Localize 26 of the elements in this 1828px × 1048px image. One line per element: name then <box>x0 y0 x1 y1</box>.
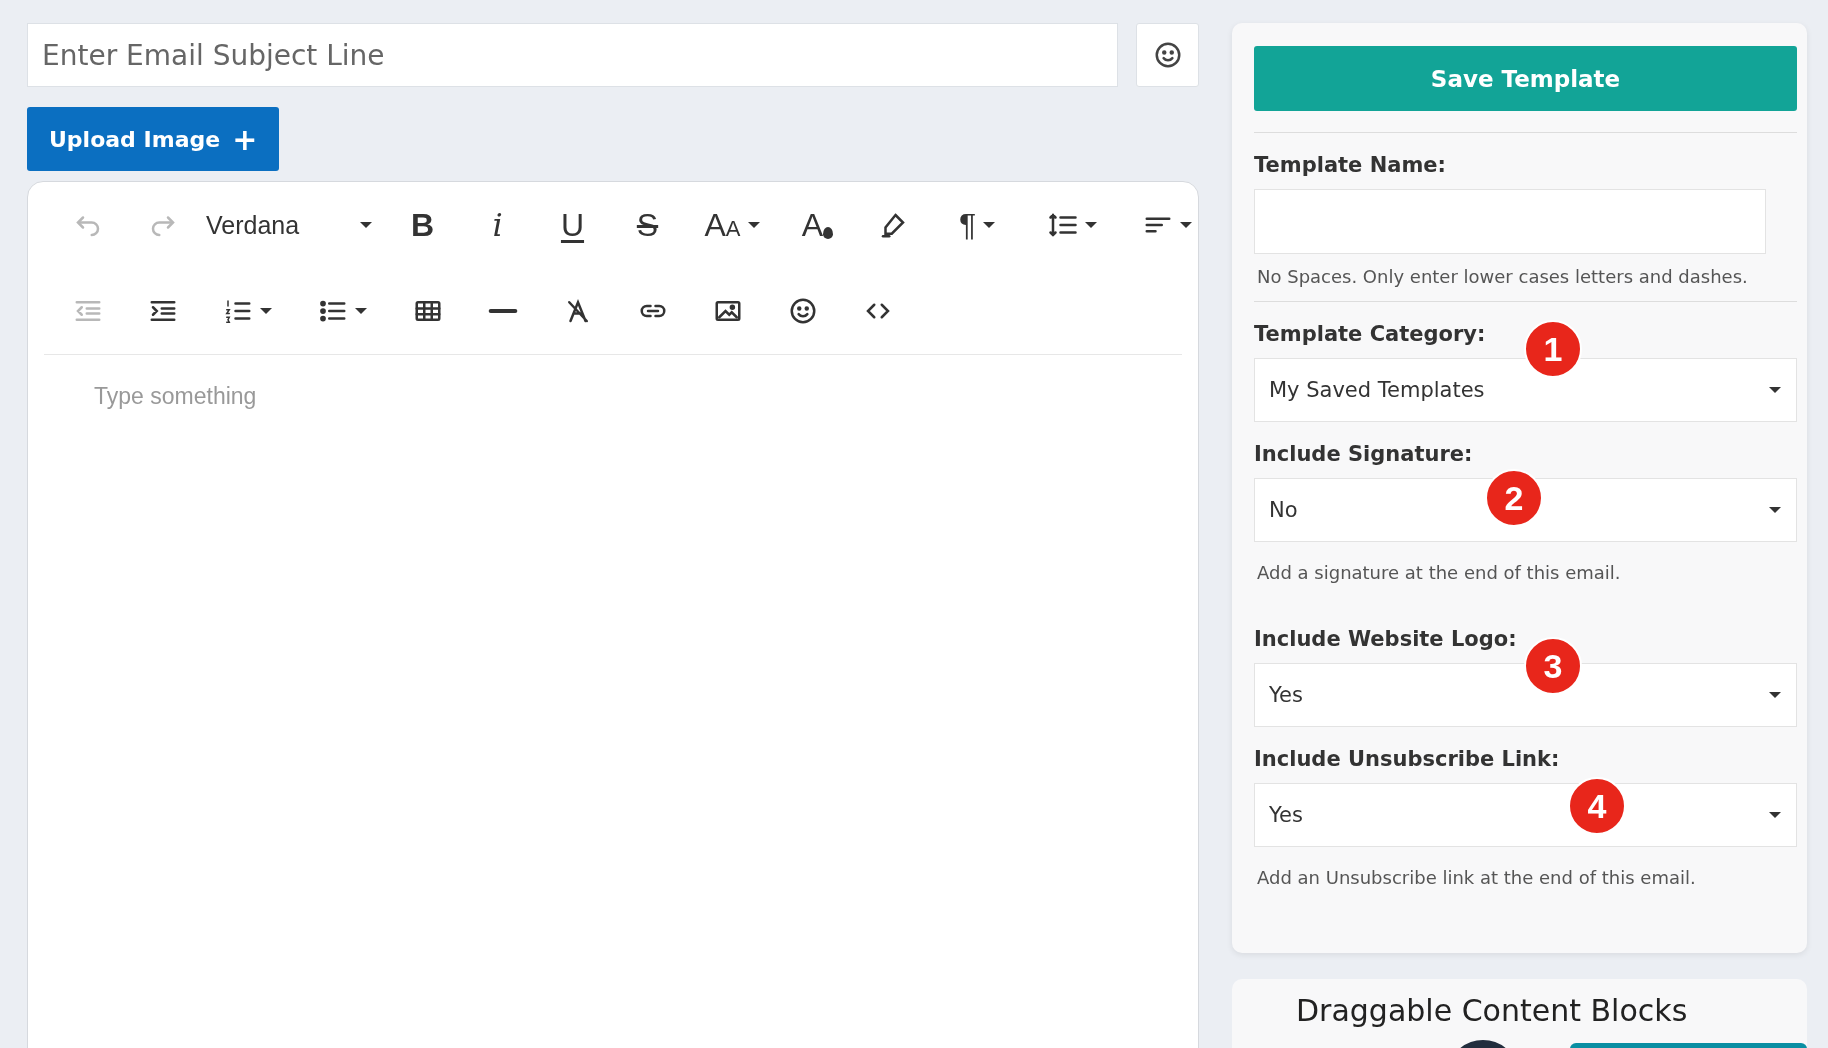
field-hint: Add an Unsubscribe link at the end of this email. <box>1257 867 1697 888</box>
subject-field[interactable]: Enter Email Subject Line <box>27 23 1118 87</box>
caret-icon <box>1768 691 1782 699</box>
caret-icon <box>1768 506 1782 514</box>
field-hint: Add a signature at the end of this email. <box>1257 562 1622 583</box>
field-label: Template Category: <box>1254 322 1487 346</box>
bold-button[interactable]: B <box>385 200 460 250</box>
text-color-button[interactable]: A <box>780 200 855 250</box>
field-hint: No Spaces. Only enter lower cases letters and dashes. <box>1257 266 1749 287</box>
field-label: Include Signature: <box>1254 442 1474 466</box>
field-label: Include Website Logo: <box>1254 627 1518 651</box>
underline-button[interactable]: U <box>535 200 610 250</box>
horizontal-line-icon <box>487 309 518 313</box>
emoji-button[interactable] <box>1136 23 1199 87</box>
field-label: Include Unsubscribe Link: <box>1254 747 1561 771</box>
font-select[interactable]: Verdana <box>200 200 385 250</box>
upload-image-button[interactable]: Upload Image + <box>27 107 280 171</box>
field-label: Template Name: <box>1254 153 1447 177</box>
italic-button[interactable]: i <box>460 200 535 250</box>
caret-icon <box>1768 811 1782 819</box>
template-name-field[interactable] <box>1254 189 1766 254</box>
strikethrough-button[interactable]: S <box>610 200 685 250</box>
paragraph-button[interactable]: ¶ <box>930 200 1025 250</box>
blocks-heading: Draggable Content Blocks <box>1296 993 1689 1028</box>
caret-icon <box>1768 386 1782 394</box>
font-size-button[interactable]: AA <box>685 200 780 250</box>
